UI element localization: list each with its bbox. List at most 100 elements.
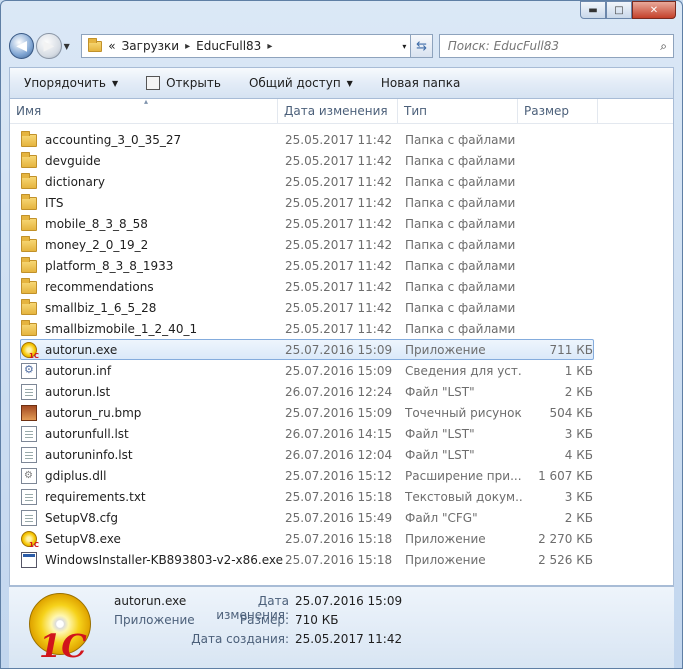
file-date: 25.07.2016 15:09 [285, 342, 393, 357]
file-row[interactable]: autorun.lst 26.07.2016 12:24 Файл "LST" 2 К… [20, 381, 594, 402]
folder-icon [21, 257, 37, 273]
file-name: autorunfull.lst [45, 426, 129, 441]
file-date: 25.05.2017 11:42 [285, 174, 393, 189]
file-size: 1 607 КБ [538, 468, 593, 483]
file-row[interactable]: autorunfull.lst 26.07.2016 14:15 Файл "LST… [20, 423, 594, 444]
file-row[interactable]: recommendations 25.05.2017 11:42 Папка с ф… [20, 276, 594, 297]
file-type: Файл "LST" [405, 447, 475, 462]
address-bar[interactable]: « Загрузки ▸ EducFull83 ▸ ▾ [81, 34, 412, 58]
file-name: autorun.inf [45, 363, 112, 378]
breadcrumb-overflow[interactable]: « [108, 39, 115, 53]
back-button[interactable]: ◀ [9, 33, 35, 59]
file-date: 25.05.2017 11:42 [285, 195, 393, 210]
file-type: Папка с файлами [405, 237, 516, 252]
file-row[interactable]: gdiplus.dll 25.07.2016 15:12 Расширение пр… [20, 465, 594, 486]
folder-icon [21, 215, 37, 231]
file-name: SetupV8.cfg [45, 510, 119, 525]
search-input[interactable] [447, 39, 648, 53]
file-date: 25.05.2017 11:42 [285, 258, 393, 273]
file-row[interactable]: accounting_3_0_35_27 25.05.2017 11:42 Папк… [20, 129, 594, 150]
file-name-cell: WindowsInstaller-KB893803-v2-x86.exe [21, 551, 285, 568]
file-name: SetupV8.exe [45, 531, 121, 546]
file-name-cell: platform_8_3_8_1933 [21, 257, 285, 273]
close-button[interactable]: ✕ [632, 1, 676, 19]
details-filename: autorun.exe [114, 594, 187, 608]
breadcrumb-separator[interactable]: ▸ [267, 41, 272, 52]
search-icon[interactable]: ⌕ [660, 39, 667, 54]
recent-pages-dropdown[interactable]: ▼ [64, 42, 76, 51]
file-row[interactable]: smallbiz_1_6_5_28 25.05.2017 11:42 Папка с… [20, 297, 594, 318]
file-row[interactable]: ITS 25.05.2017 11:42 Папка с файлами [20, 192, 594, 213]
arrow-right-icon: ▶ [43, 38, 55, 54]
file-row[interactable]: autorun.exe 25.07.2016 15:09 Приложение 711… [20, 339, 594, 360]
file-row[interactable]: dictionary 25.05.2017 11:42 Папка с файлам… [20, 171, 594, 192]
file-date: 25.07.2016 15:18 [285, 552, 393, 567]
folder-icon [21, 173, 37, 189]
forward-button[interactable]: ▶ [36, 33, 62, 59]
details-size-label: Размер: [239, 613, 289, 627]
1c-icon [21, 341, 39, 360]
file-name: mobile_8_3_8_58 [45, 216, 148, 231]
folder-icon [21, 278, 37, 294]
organize-button[interactable]: Упорядочить ▼ [24, 76, 118, 90]
open-icon [146, 76, 161, 90]
file-name: autoruninfo.lst [45, 447, 133, 462]
column-date[interactable]: Дата изменения [278, 98, 398, 124]
search-box[interactable]: ⌕ [438, 34, 675, 58]
file-row[interactable]: mobile_8_3_8_58 25.05.2017 11:42 Папка с ф… [20, 213, 594, 234]
new-folder-label: Новая папка [380, 76, 461, 90]
address-dropdown-icon[interactable]: ▾ [402, 42, 406, 51]
file-name-cell: requirements.txt [21, 488, 285, 505]
file-date: 25.05.2017 11:42 [285, 153, 393, 168]
file-size: 3 КБ [564, 489, 593, 504]
file-name-cell: dictionary [21, 173, 285, 189]
file-date: 26.07.2016 12:04 [285, 447, 393, 462]
file-row[interactable]: requirements.txt 25.07.2016 15:18 Текстовы… [20, 486, 594, 507]
file-row[interactable]: SetupV8.cfg 25.07.2016 15:49 Файл "CFG" 2 К… [20, 507, 594, 528]
file-date: 25.05.2017 11:42 [285, 132, 393, 147]
doc-icon [21, 383, 37, 400]
file-date: 26.07.2016 14:15 [285, 426, 393, 441]
file-size: 2 КБ [564, 510, 593, 525]
share-button[interactable]: Общий доступ ▼ [249, 76, 353, 90]
open-label: Открыть [166, 76, 221, 90]
file-name: smallbiz_1_6_5_28 [45, 300, 157, 315]
file-row[interactable]: platform_8_3_8_1933 25.05.2017 11:42 Папка… [20, 255, 594, 276]
open-button[interactable]: Открыть [146, 76, 221, 90]
new-folder-button[interactable]: Новая папка [381, 76, 460, 90]
refresh-button[interactable]: ⇆ [411, 34, 433, 58]
file-row[interactable]: WindowsInstaller-KB893803-v2-x86.exe 25.0… [20, 549, 594, 570]
column-size[interactable]: Размер [518, 98, 598, 124]
file-row[interactable]: devguide 25.05.2017 11:42 Папка с файлами [20, 150, 594, 171]
breadcrumb-current[interactable]: EducFull83 [196, 39, 261, 53]
file-name-cell: smallbiz_1_6_5_28 [21, 299, 285, 315]
file-date: 25.05.2017 11:42 [285, 216, 393, 231]
file-name-cell: gdiplus.dll [21, 467, 285, 484]
maximize-button[interactable]: □ [606, 1, 632, 19]
column-type[interactable]: Тип [398, 98, 518, 124]
details-size-value: 710 КБ [295, 613, 339, 627]
navigation-bar: ◀ ▶ ▼ « Загрузки ▸ EducFull83 ▸ ▾ ⇆ ⌕ [9, 31, 675, 61]
file-row[interactable]: autoruninfo.lst 26.07.2016 12:04 Файл "LST… [20, 444, 594, 465]
file-type: Файл "CFG" [405, 510, 478, 525]
file-row[interactable]: autorun.inf 25.07.2016 15:09 Сведения для … [20, 360, 594, 381]
minimize-button[interactable]: ▬ [580, 1, 606, 19]
file-name-cell: recommendations [21, 278, 285, 294]
file-row[interactable]: money_2_0_19_2 25.05.2017 11:42 Папка с фа… [20, 234, 594, 255]
file-name: ITS [45, 195, 64, 210]
breadcrumb-separator[interactable]: ▸ [185, 41, 190, 52]
details-pane: 1С autorun.exe Приложение Дата изменения… [9, 586, 674, 668]
file-name-cell: autorunfull.lst [21, 425, 285, 442]
doc-icon [21, 446, 37, 463]
file-row[interactable]: smallbizmobile_1_2_40_1 25.05.2017 11:42 П… [20, 318, 594, 339]
file-type: Папка с файлами [405, 153, 516, 168]
file-row[interactable]: SetupV8.exe 25.07.2016 15:18 Приложение 2 2… [20, 528, 594, 549]
file-type: Сведения для уст... [405, 363, 523, 378]
folder-icon [21, 194, 37, 210]
file-size: 711 КБ [549, 342, 593, 357]
file-row[interactable]: autorun_ru.bmp 25.07.2016 15:09 Точечный р… [20, 402, 594, 423]
breadcrumb-downloads[interactable]: Загрузки [122, 39, 180, 53]
folder-icon [21, 320, 37, 336]
app-1c-icon: 1С [27, 593, 101, 667]
file-name-cell: autorun.lst [21, 383, 285, 400]
